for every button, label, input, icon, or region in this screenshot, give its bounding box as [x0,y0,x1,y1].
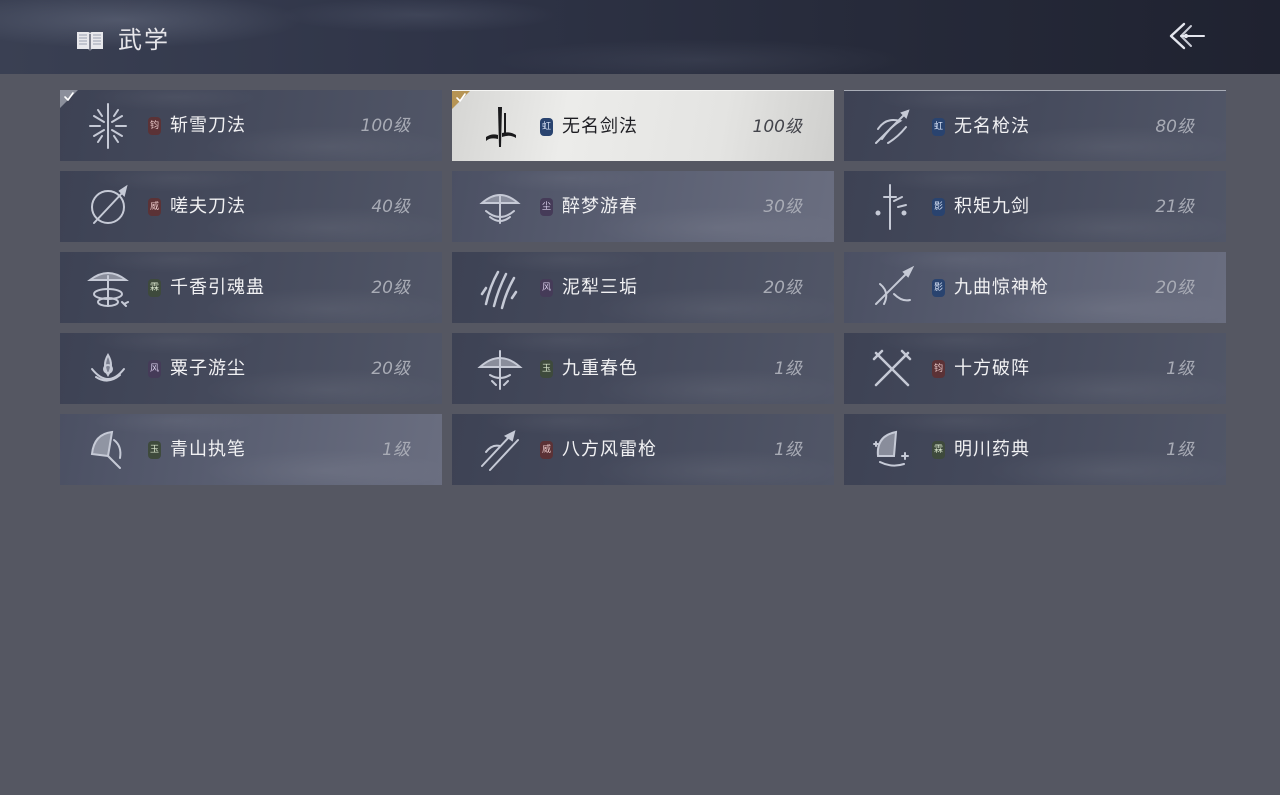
school-badge: 风 [148,360,161,378]
skill-name: 千香引魂蛊 [170,277,265,298]
skill-name: 泥犁三垢 [562,277,638,298]
skill-name: 醉梦游春 [562,196,638,217]
skill-level: 1级 [774,359,802,379]
skill-level: 20级 [763,278,802,298]
skill-name: 无名枪法 [954,116,1030,137]
skill-level: 1级 [774,440,802,460]
skill-card[interactable]: 风粟子游尘 20级 [60,333,442,404]
skill-name: 青山执笔 [170,439,246,460]
skill-name: 斩雪刀法 [170,115,246,136]
skill-name: 八方风雷枪 [562,439,657,460]
skill-name: 九重春色 [562,358,638,379]
skill-level: 20级 [371,278,410,298]
parasol-spiral-icon [87,272,129,307]
skill-level: 20级 [1155,278,1194,298]
spear-swirl-icon [875,109,910,144]
circle-blade-icon [91,184,128,224]
skill-card[interactable]: 霖千香引魂蛊 20级 [60,252,442,323]
skill-card[interactable]: 影积矩九剑 21级 [844,171,1226,242]
skill-card[interactable]: 钧斩雪刀法 100级 [60,90,442,161]
crossed-blades-icon [872,349,912,387]
skill-level: 1级 [382,440,410,460]
ink-sword-icon [486,107,516,147]
skill-name: 十方破阵 [954,358,1030,379]
skill-level: 100级 [360,116,410,136]
skill-card[interactable]: 霖明川药典 1级 [844,414,1226,485]
skill-name: 粟子游尘 [170,358,246,379]
skill-name: 积矩九剑 [954,196,1030,217]
triple-spear-icon [481,430,519,471]
skill-name: 明川药典 [954,439,1030,460]
skill-card[interactable]: 影九曲惊神枪 20级 [844,252,1226,323]
school-badge: 霖 [932,441,945,459]
school-badge: 玉 [148,441,161,459]
school-badge: 威 [540,441,553,459]
school-badge: 尘 [540,198,553,216]
skill-grid: 钧斩雪刀法 100级虹无名剑法 100级虹无名枪法 80级威嗟夫刀法 40级尘醉梦游春 3… [60,90,1226,485]
crossed-spear-icon [875,265,915,305]
skill-level: 21级 [1155,197,1194,217]
school-badge: 虹 [932,118,945,136]
umbrella-swirl-icon [479,194,521,224]
skill-card[interactable]: 风泥犁三垢 20级 [452,252,834,323]
fan-sparkle-icon [873,430,909,467]
school-badge: 影 [932,279,945,297]
school-badge: 影 [932,198,945,216]
skill-name: 九曲惊神枪 [954,277,1049,298]
sword-stars-icon [875,184,907,230]
school-badge: 钧 [148,117,161,135]
book-icon [77,32,103,51]
skill-level: 1级 [1166,440,1194,460]
skill-level: 1级 [1166,359,1194,379]
skill-card[interactable]: 威嗟夫刀法 40级 [60,171,442,242]
lotus-swirl-icon [91,353,125,382]
header-mist [0,0,1280,74]
skill-level: 100级 [752,117,802,137]
skill-level: 80级 [1155,117,1194,137]
skill-level: 20级 [371,359,410,379]
school-badge: 虹 [540,118,553,136]
skill-card[interactable]: 玉九重春色 1级 [452,333,834,404]
skill-card[interactable]: 虹无名枪法 80级 [844,90,1226,161]
check-icon [64,92,74,101]
school-badge: 霖 [148,279,161,297]
parasol-icon [477,350,523,390]
top-bar: 武学 [0,0,1280,74]
skill-level: 30级 [763,197,802,217]
skill-card[interactable]: 尘醉梦游春 30级 [452,171,834,242]
skill-card[interactable]: 玉青山执笔 1级 [60,414,442,485]
check-icon [456,93,466,102]
school-badge: 风 [540,279,553,297]
skill-name: 嗟夫刀法 [170,196,246,217]
skill-card[interactable]: 钧十方破阵 1级 [844,333,1226,404]
school-badge: 钧 [932,360,945,378]
claw-slash-icon [480,270,518,310]
fan-brush-icon [90,430,122,469]
skill-card[interactable]: 威八方风雷枪 1级 [452,414,834,485]
skill-card[interactable]: 虹无名剑法 100级 [452,90,834,161]
snowflake-blade-icon [89,103,127,149]
skill-name: 无名剑法 [562,116,638,137]
page-title: 武学 [118,26,170,54]
back-arrow-icon[interactable] [1164,20,1208,52]
school-badge: 威 [148,198,161,216]
school-badge: 玉 [540,360,553,378]
skill-level: 40级 [371,197,410,217]
